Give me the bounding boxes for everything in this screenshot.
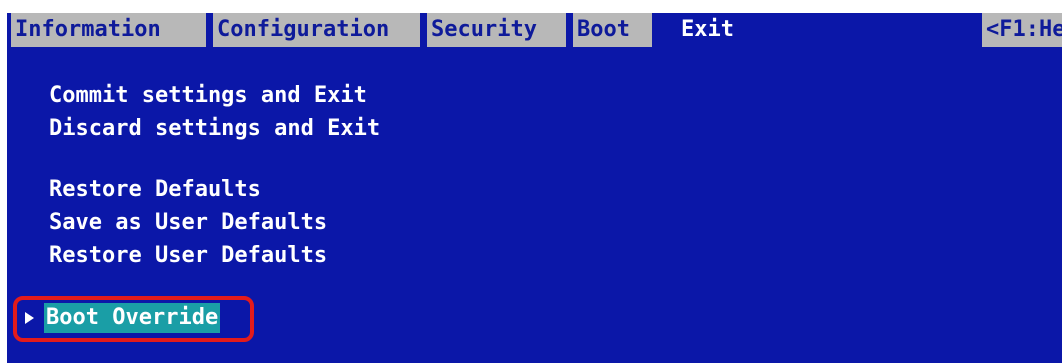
menu-item-discard-label: Discard settings and Exit bbox=[49, 116, 381, 141]
help-hint-label: <F1:Help> bbox=[986, 17, 1062, 42]
tab-information-label: Information bbox=[15, 17, 161, 42]
help-hint: <F1:Help> bbox=[982, 13, 1062, 47]
menu-item-save-as-user-defaults[interactable]: Save as User Defaults bbox=[49, 208, 327, 238]
tab-information[interactable]: Information bbox=[11, 13, 206, 47]
menu-item-boot-override[interactable]: Boot Override bbox=[21, 301, 221, 335]
tab-boot[interactable]: Boot bbox=[573, 13, 652, 47]
tab-configuration-label: Configuration bbox=[217, 17, 390, 42]
tab-bar: Information Configuration Security Boot … bbox=[7, 13, 1062, 47]
tab-exit[interactable]: Exit bbox=[677, 13, 757, 47]
tab-security[interactable]: Security bbox=[427, 13, 566, 47]
menu-item-discard-settings-and-exit[interactable]: Discard settings and Exit bbox=[49, 114, 380, 144]
tab-boot-label: Boot bbox=[577, 17, 630, 42]
tab-configuration[interactable]: Configuration bbox=[213, 13, 420, 47]
menu-item-commit-label: Commit settings and Exit bbox=[49, 83, 367, 108]
menu-item-restore-user-defaults[interactable]: Restore User Defaults bbox=[49, 241, 327, 271]
menu-item-restore-defaults-label: Restore Defaults bbox=[49, 177, 261, 202]
bios-screen: Information Configuration Security Boot … bbox=[7, 13, 1062, 363]
triangle-right-icon bbox=[25, 312, 34, 324]
tab-security-label: Security bbox=[431, 17, 537, 42]
tab-exit-label: Exit bbox=[681, 17, 734, 42]
menu-item-save-user-defaults-label: Save as User Defaults bbox=[49, 210, 328, 235]
menu-item-boot-override-label[interactable]: Boot Override bbox=[44, 303, 221, 333]
menu-item-restore-defaults[interactable]: Restore Defaults bbox=[49, 175, 261, 205]
menu-item-commit-settings-and-exit[interactable]: Commit settings and Exit bbox=[49, 81, 367, 111]
menu-item-restore-user-defaults-label: Restore User Defaults bbox=[49, 243, 328, 268]
